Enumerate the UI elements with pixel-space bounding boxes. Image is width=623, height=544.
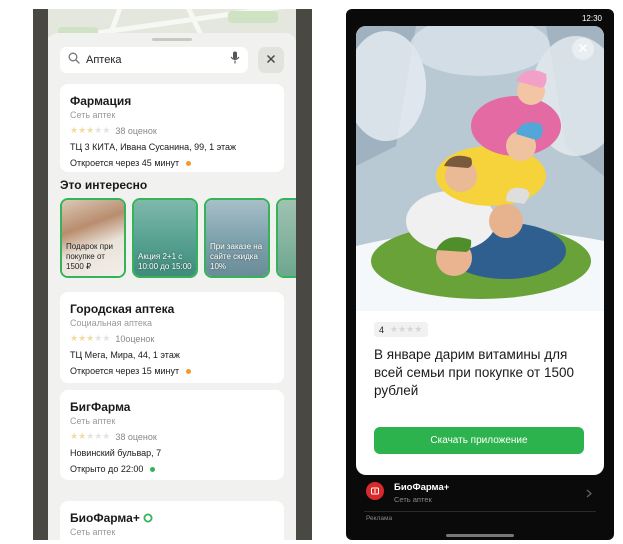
reviews-count: 10оценок [115,333,155,344]
brand-name: БиоФарма+ [394,482,450,493]
promo-card-more[interactable] [276,198,296,278]
pharmacy-rating: ★★★★★ 10оценок [70,333,274,344]
search-input[interactable]: Аптека [86,54,230,66]
reviews-count: 38 оценок [115,125,157,136]
rating-stars-icon: ★★★★ [390,324,423,334]
pharmacy-rating: ★★★★★ 38 оценок [70,431,274,442]
hours-text: Откроется через 15 минут [70,366,180,376]
page: Аптека Фармация Сеть аптек ★★★★★ 38 оцен… [0,0,623,544]
hours-text: Откроется через 45 минут [70,158,180,168]
divider [364,511,596,512]
story-rating: 4 ★★★★ [374,322,429,337]
close-icon [266,51,276,69]
brand-logo-icon [366,482,384,500]
close-icon [578,40,588,58]
status-dot-icon [150,466,156,472]
reviews-count: 38 оценок [115,431,157,442]
chevron-right-icon [586,485,592,503]
pharmacy-card-farmatsiya[interactable]: Фармация Сеть аптек ★★★★★ 38 оценок ТЦ 3… [60,84,284,172]
rating-value: 4 [379,324,385,335]
pharmacy-title: Фармация [70,94,132,108]
microphone-icon[interactable] [230,51,240,69]
ad-label: Реклама [366,515,393,522]
promo-card-gift[interactable]: Подарок при покупке от 1500 ₽ [60,198,126,278]
pharmacy-title-row: БиоФарма+ [70,511,274,525]
pharmacy-title: Городская аптека [70,302,175,316]
pharmacy-rating: ★★★★★ 38 оценок [70,125,274,136]
brand-subtitle: Сеть аптек [394,495,432,504]
promo-card-2plus1[interactable]: Акция 2+1 с 10:00 до 15:00 [132,198,198,278]
pharmacy-hours: Открыто до 22:00 [70,464,274,474]
pharmacy-card-gorodskaya[interactable]: Городская аптека Социальная аптека ★★★★★… [60,292,284,383]
status-dot-icon [186,160,192,166]
promo-carousel[interactable]: Подарок при покупке от 1500 ₽ Акция 2+1 … [60,198,296,284]
family-photo-illustration [356,26,604,311]
pharmacy-subtitle: Сеть аптек [70,110,116,120]
rating-stars-icon: ★★★★★ [70,333,111,343]
story-headline: В январе дарим витамины для всей семьи п… [374,347,574,398]
rating-stars-icon: ★★★★★ [70,431,111,441]
left-phone-screen: Аптека Фармация Сеть аптек ★★★★★ 38 оцен… [48,9,296,540]
pharmacy-hours: Откроется через 15 минут [70,366,274,376]
results-sheet: Аптека Фармация Сеть аптек ★★★★★ 38 оцен… [48,33,296,540]
advertiser-row[interactable]: БиоФарма+ Сеть аптек [346,473,614,513]
status-dot-icon [186,368,192,374]
pharmacy-address: ТЦ Мега, Мира, 44, 1 этаж [70,350,180,360]
sheet-grabber[interactable] [152,38,192,41]
promo-text: Акция 2+1 с 10:00 до 15:00 [138,252,192,271]
status-time: 12:30 [581,14,602,23]
home-indicator[interactable] [446,534,514,537]
promo-card-discount[interactable]: При заказе на сайте скидка 10% [204,198,270,278]
pharmacy-subtitle: Социальная аптека [70,318,153,328]
pharmacy-subtitle: Сеть аптек [70,416,116,426]
family-photo [356,26,604,311]
story-close-button[interactable] [572,38,594,60]
pharmacy-subtitle: Сеть аптек [70,527,116,537]
pharmacy-address: Новинский бульвар, 7 [70,448,162,458]
pharmacy-title: БигФарма [70,400,131,414]
search-icon [68,51,80,69]
rating-stars-icon: ★★★★★ [70,125,111,135]
pharmacy-card-biofarma[interactable]: БиоФарма+ Сеть аптек [60,501,284,540]
clear-search-button[interactable] [258,47,284,73]
pharmacy-hours: Откроется через 45 минут [70,158,274,168]
verified-icon [143,513,153,523]
hours-text: Открыто до 22:00 [70,464,144,474]
promo-text: Подарок при покупке от 1500 ₽ [66,242,114,271]
right-phone-frame: 12:30 4 ★★★★ В январе дарим витамины для… [346,9,614,540]
section-title: Это интересно [60,178,148,192]
pharmacy-card-bigfarma[interactable]: БигФарма Сеть аптек ★★★★★ 38 оценок Нови… [60,390,284,480]
story-card: 4 ★★★★ В январе дарим витамины для всей … [356,26,604,475]
pharmacy-address: ТЦ 3 КИТА, Ивана Сусанина, 99, 1 этаж [70,142,237,152]
search-bar[interactable]: Аптека [60,47,248,73]
pharmacy-title: БиоФарма+ [70,511,140,525]
promo-text: При заказе на сайте скидка 10% [210,242,263,271]
download-app-button[interactable]: Скачать приложение [374,427,584,454]
